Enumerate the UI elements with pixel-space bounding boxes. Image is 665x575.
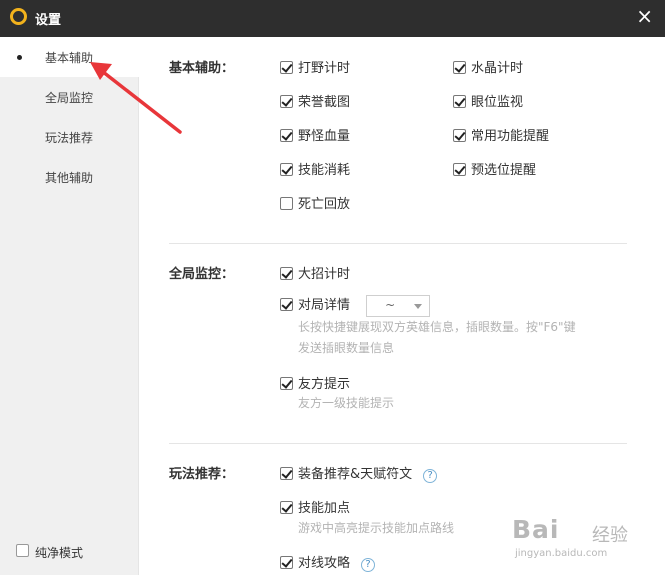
checkbox-icon[interactable]	[280, 501, 293, 514]
section-divider	[169, 443, 627, 444]
hotkey-select[interactable]: ~	[366, 294, 431, 317]
option-death-replay[interactable]: 死亡回放	[280, 193, 350, 212]
option-skill-points[interactable]: 技能加点	[280, 497, 350, 516]
title-bar: 设置 ×	[0, 0, 665, 37]
help-icon[interactable]: ?	[423, 469, 438, 483]
checkbox-icon[interactable]	[453, 61, 466, 74]
option-monster-hp[interactable]: 野怪血量	[280, 125, 350, 144]
checkbox-icon[interactable]	[280, 298, 293, 311]
checkbox-icon[interactable]	[280, 467, 293, 480]
watermark-url: jingyan.baidu.com	[515, 548, 608, 559]
match-detail-description: 长按快捷键展现双方英雄信息，插眼数量。按"F6"键 发送插眼数量信息	[298, 320, 576, 355]
option-ward-monitor[interactable]: 眼位监视	[453, 91, 523, 110]
checkbox-icon[interactable]	[453, 95, 466, 108]
sidebar-item-label: 全局监控	[45, 91, 94, 105]
sidebar-item-label: 玩法推荐	[45, 131, 94, 145]
red-arrow-icon	[90, 62, 182, 134]
sidebar-item-label: 基本辅助	[45, 51, 94, 65]
checkbox-icon[interactable]	[453, 163, 466, 176]
active-bullet-icon	[17, 55, 22, 60]
checkbox-icon[interactable]	[280, 95, 293, 108]
option-crystal-timer[interactable]: 水晶计时	[453, 57, 523, 76]
option-ally-tip[interactable]: 友方提示	[280, 373, 350, 392]
pure-mode-label: 纯净模式	[35, 546, 84, 560]
option-honor-screenshot[interactable]: 荣誉截图	[280, 91, 350, 110]
window-title: 设置	[35, 13, 62, 28]
chevron-down-icon	[414, 303, 423, 309]
option-skill-cost[interactable]: 技能消耗	[280, 159, 350, 178]
help-icon[interactable]: ?	[361, 558, 376, 572]
checkbox-icon[interactable]	[280, 163, 293, 176]
checkbox-icon[interactable]	[16, 544, 29, 557]
section-divider	[169, 243, 627, 244]
section-title-play: 玩法推荐：	[169, 467, 235, 482]
checkbox-icon[interactable]	[280, 61, 293, 74]
ally-tip-description: 友方一级技能提示	[298, 396, 395, 410]
checkbox-icon[interactable]	[280, 197, 293, 210]
section-title-global: 全局监控：	[169, 267, 235, 282]
checkbox-icon[interactable]	[280, 129, 293, 142]
option-ult-timer[interactable]: 大招计时	[280, 263, 350, 282]
checkbox-icon[interactable]	[280, 377, 293, 390]
option-common-reminder[interactable]: 常用功能提醒	[453, 125, 549, 144]
option-jungle-timer[interactable]: 打野计时	[280, 57, 350, 76]
option-pick-reminder[interactable]: 预选位提醒	[453, 159, 536, 178]
baidu-watermark: Bai 经验 jingyan.baidu.com	[512, 515, 657, 570]
skill-points-description: 游戏中高亮提示技能加点路线	[298, 521, 455, 535]
option-lane-guide[interactable]: 对线攻略?	[280, 552, 376, 572]
settings-window: 设置 × 基本辅助 全局监控 玩法推荐 其他辅助 纯净模式 基本辅助： 打野计时…	[0, 0, 665, 575]
watermark-brand-cn: 经验	[592, 525, 628, 546]
watermark-brand: Bai	[512, 515, 560, 544]
sidebar-item-other[interactable]: 其他辅助	[0, 157, 139, 197]
checkbox-icon[interactable]	[280, 556, 293, 569]
settings-content: 基本辅助： 打野计时 水晶计时 荣誉截图 眼位监视 野怪血量 常用功能提醒 技能…	[139, 37, 665, 575]
option-equip-recommend[interactable]: 装备推荐&天赋符文?	[280, 463, 438, 483]
checkbox-icon[interactable]	[453, 129, 466, 142]
game-logo-icon	[10, 8, 27, 25]
checkbox-icon[interactable]	[280, 267, 293, 280]
close-icon[interactable]: ×	[636, 6, 653, 26]
sidebar-item-label: 其他辅助	[45, 171, 94, 185]
